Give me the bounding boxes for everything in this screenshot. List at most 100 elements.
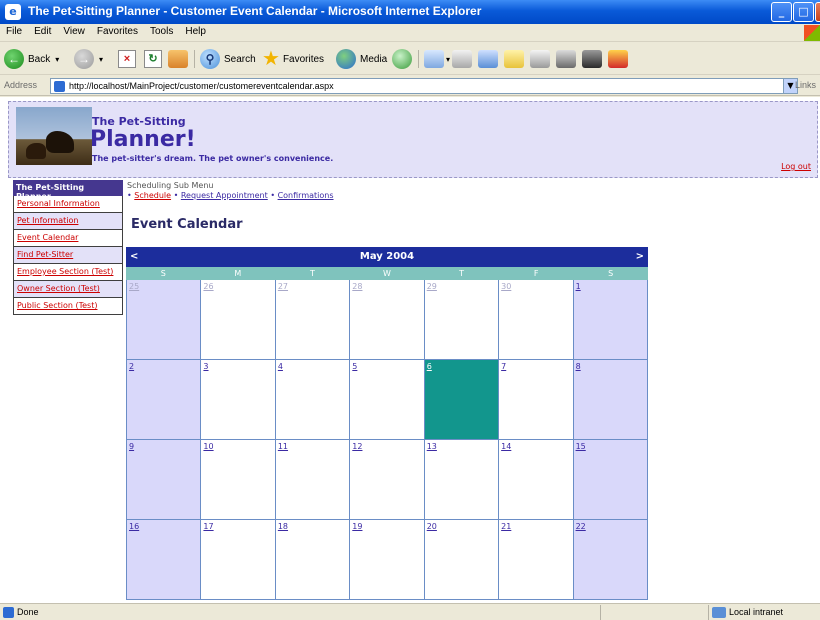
calendar-day-link[interactable]: 18	[278, 522, 288, 531]
submenu-request-appointment-link[interactable]: Request Appointment	[181, 191, 268, 200]
calendar-day-cell[interactable]: 19	[350, 520, 425, 600]
calendar-day-cell[interactable]: 14	[499, 440, 574, 520]
status-zone: Local intranet	[729, 607, 784, 617]
calendar-day-cell[interactable]: 20	[424, 520, 500, 600]
discuss-button[interactable]	[504, 48, 524, 70]
calendar-day-cell[interactable]: 12	[350, 440, 425, 520]
menu-tools[interactable]: Tools	[144, 24, 179, 37]
calendar-day-cell[interactable]: 10	[201, 440, 276, 520]
calendar-day-link[interactable]: 4	[278, 362, 283, 371]
logout-link[interactable]: Log out	[781, 162, 811, 171]
favorites-button[interactable]: ★ Favorites	[262, 48, 324, 70]
addon-button[interactable]	[608, 48, 628, 70]
calendar-day-cell[interactable]: 26	[201, 280, 276, 360]
calendar-day-cell[interactable]: 8	[573, 360, 648, 440]
calendar-day-cell[interactable]: 28	[350, 280, 425, 360]
calendar-day-cell[interactable]: 3	[201, 360, 276, 440]
calendar-day-link[interactable]: 27	[278, 282, 288, 291]
calendar-day-link[interactable]: 19	[352, 522, 362, 531]
calendar-day-cell[interactable]: 15	[573, 440, 648, 520]
mixed-button[interactable]	[582, 48, 602, 70]
home-button[interactable]	[168, 48, 188, 70]
calendar-day-link[interactable]: 14	[501, 442, 511, 451]
next-month-button[interactable]: >	[636, 251, 644, 262]
calendar-day-link[interactable]: 8	[576, 362, 581, 371]
messenger-button[interactable]	[556, 48, 576, 70]
forward-button[interactable]: → ▾	[74, 48, 103, 70]
calendar-day-cell[interactable]: 4	[275, 360, 351, 440]
mail-button[interactable]: ▾	[424, 48, 450, 70]
nav-pet-information[interactable]: Pet Information	[13, 213, 123, 230]
print-button[interactable]	[452, 48, 472, 70]
nav-owner-section[interactable]: Owner Section (Test)	[13, 281, 123, 298]
calendar-day-cell[interactable]: 30	[499, 280, 574, 360]
nav-event-calendar[interactable]: Event Calendar	[13, 230, 123, 247]
calendar-day-link[interactable]: 13	[427, 442, 437, 451]
calendar-day-link[interactable]: 6	[427, 362, 432, 371]
maximize-button[interactable]: □	[793, 2, 814, 22]
calendar-day-link[interactable]: 29	[427, 282, 437, 291]
close-button[interactable]: ×	[815, 2, 820, 22]
calendar-day-cell[interactable]: 7	[499, 360, 574, 440]
calendar-day-link[interactable]: 26	[203, 282, 213, 291]
back-button[interactable]: ← Back ▾	[4, 48, 59, 70]
calendar-day-link[interactable]: 30	[501, 282, 511, 291]
submenu-confirmations-link[interactable]: Confirmations	[278, 191, 334, 200]
history-button[interactable]	[392, 48, 412, 70]
calendar-day-cell[interactable]: 5	[350, 360, 425, 440]
address-input[interactable]: http://localhost/MainProject/customer/cu…	[50, 78, 798, 94]
calendar-day-link[interactable]: 5	[352, 362, 357, 371]
menu-edit[interactable]: Edit	[28, 24, 57, 37]
menu-help[interactable]: Help	[179, 24, 212, 37]
calendar-day-cell[interactable]: 2	[127, 360, 202, 440]
nav-find-pet-sitter[interactable]: Find Pet-Sitter	[13, 247, 123, 264]
calendar-day-link[interactable]: 10	[203, 442, 213, 451]
menu-favorites[interactable]: Favorites	[91, 24, 144, 37]
minimize-button[interactable]: _	[771, 2, 792, 22]
calendar-day-link[interactable]: 21	[501, 522, 511, 531]
calendar-day-cell[interactable]: 17	[201, 520, 276, 600]
calendar-day-cell[interactable]: 13	[424, 440, 500, 520]
calendar-day-cell[interactable]: 29	[424, 280, 500, 360]
nav-public-section[interactable]: Public Section (Test)	[13, 298, 123, 315]
calendar-day-link[interactable]: 2	[129, 362, 134, 371]
calendar-day-link[interactable]: 15	[576, 442, 586, 451]
calendar-day-link[interactable]: 3	[203, 362, 208, 371]
calendar-day-cell[interactable]: 11	[275, 440, 351, 520]
calendar-day-link[interactable]: 22	[576, 522, 586, 531]
research-button[interactable]	[530, 48, 550, 70]
links-button[interactable]: Links	[795, 80, 816, 90]
calendar-day-link[interactable]: 9	[129, 442, 134, 451]
edit-button[interactable]	[478, 48, 498, 70]
submenu: • Schedule • Request Appointment • Confi…	[127, 191, 334, 200]
calendar-day-cell[interactable]: 1	[573, 280, 648, 360]
nav-employee-section[interactable]: Employee Section (Test)	[13, 264, 123, 281]
side-nav: The Pet-Sitting Planner Personal Informa…	[13, 180, 123, 315]
search-button[interactable]: ⚲ Search	[200, 48, 256, 70]
calendar-day-link[interactable]: 20	[427, 522, 437, 531]
calendar-day-cell[interactable]: 22	[573, 520, 648, 600]
calendar-day-link[interactable]: 25	[129, 282, 139, 291]
calendar-day-cell[interactable]: 9	[127, 440, 202, 520]
calendar-day-cell[interactable]: 6	[424, 360, 500, 440]
calendar-day-link[interactable]: 28	[352, 282, 362, 291]
menu-view[interactable]: View	[57, 24, 91, 37]
calendar-day-link[interactable]: 17	[203, 522, 213, 531]
calendar-day-cell[interactable]: 21	[499, 520, 574, 600]
calendar-day-link[interactable]: 1	[576, 282, 581, 291]
calendar-day-link[interactable]: 11	[278, 442, 288, 451]
calendar-day-cell[interactable]: 27	[275, 280, 351, 360]
calendar-day-link[interactable]: 7	[501, 362, 506, 371]
calendar-day-cell[interactable]: 18	[275, 520, 351, 600]
nav-personal-information[interactable]: Personal Information	[13, 196, 123, 213]
refresh-button[interactable]: ↻	[144, 48, 162, 70]
media-button[interactable]: Media	[336, 48, 387, 70]
calendar-day-cell[interactable]: 25	[127, 280, 202, 360]
stop-button[interactable]: ×	[118, 48, 136, 70]
calendar-day-link[interactable]: 12	[352, 442, 362, 451]
submenu-schedule-link[interactable]: Schedule	[134, 191, 171, 200]
page-title: Event Calendar	[131, 217, 243, 232]
menu-file[interactable]: File	[0, 24, 28, 37]
calendar-day-cell[interactable]: 16	[127, 520, 202, 600]
calendar-day-link[interactable]: 16	[129, 522, 139, 531]
